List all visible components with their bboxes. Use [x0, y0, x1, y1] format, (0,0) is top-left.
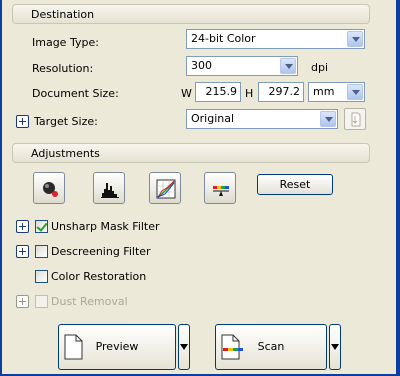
- auto-exposure-icon: [43, 182, 58, 197]
- histogram-icon: [101, 183, 119, 198]
- chevron-down-icon[interactable]: [347, 84, 363, 100]
- image-type-label: Image Type:: [32, 36, 99, 49]
- resolution-label: Resolution:: [32, 62, 94, 75]
- unit-value: mm: [313, 85, 335, 98]
- resolution-value: 300: [191, 59, 212, 72]
- resolution-unit: dpi: [311, 61, 329, 74]
- preview-button[interactable]: Preview: [58, 324, 176, 370]
- color-restoration-checkbox[interactable]: [35, 270, 48, 283]
- color-restoration-label: Color Restoration: [51, 270, 147, 283]
- image-type-label-text: Image Type:: [32, 36, 99, 49]
- settings-panel: Destination Image Type: 24-bit Color Res…: [2, 0, 396, 314]
- image-type-select[interactable]: 24-bit Color: [186, 29, 365, 49]
- target-size-value: Original: [191, 112, 235, 125]
- chevron-down-icon[interactable]: [320, 111, 336, 127]
- tone-curve-button[interactable]: [149, 172, 181, 204]
- target-size-select[interactable]: Original: [186, 109, 338, 129]
- width-input[interactable]: 215.9: [195, 82, 241, 102]
- dust-removal-label: Dust Removal: [51, 295, 128, 308]
- target-size-expand-button[interactable]: [16, 115, 29, 128]
- descreening-expand-button[interactable]: [16, 245, 29, 258]
- adjustments-header: Adjustments: [12, 143, 370, 163]
- preview-label: Preview: [95, 340, 139, 353]
- dust-removal-checkbox: [35, 295, 48, 308]
- image-type-value: 24-bit Color: [191, 32, 256, 45]
- scan-menu-button[interactable]: [329, 324, 341, 370]
- scan-button[interactable]: Scan: [215, 324, 327, 370]
- reset-button[interactable]: Reset: [257, 174, 333, 195]
- target-size-label: Target Size:: [34, 115, 98, 128]
- color-palette-icon: [213, 186, 229, 196]
- auto-exposure-button[interactable]: [33, 172, 65, 204]
- destination-header: Destination: [12, 4, 370, 24]
- unsharp-mask-checkbox[interactable]: [35, 220, 48, 233]
- resolution-select[interactable]: 300: [186, 56, 298, 76]
- action-bar: Preview Scan: [2, 314, 396, 374]
- preview-menu-button[interactable]: [178, 324, 190, 370]
- unsharp-mask-label: Unsharp Mask Filter: [51, 220, 160, 233]
- histogram-button[interactable]: [93, 172, 125, 204]
- color-palette-button[interactable]: [204, 172, 236, 204]
- chevron-down-icon[interactable]: [280, 58, 296, 74]
- dust-removal-expand-button: [16, 295, 29, 308]
- descreening-label: Descreening Filter: [51, 245, 151, 258]
- height-input[interactable]: 297.2: [258, 82, 304, 102]
- document-size-label: Document Size:: [32, 87, 119, 100]
- unit-select[interactable]: mm: [308, 82, 365, 102]
- width-label: W: [181, 87, 192, 100]
- height-label: H: [245, 87, 254, 100]
- orientation-icon[interactable]: [344, 108, 366, 130]
- tone-curve-icon: [156, 179, 176, 199]
- scan-label: Scan: [257, 340, 285, 353]
- descreening-checkbox[interactable]: [35, 245, 48, 258]
- chevron-down-icon[interactable]: [347, 31, 363, 47]
- unsharp-mask-expand-button[interactable]: [16, 220, 29, 233]
